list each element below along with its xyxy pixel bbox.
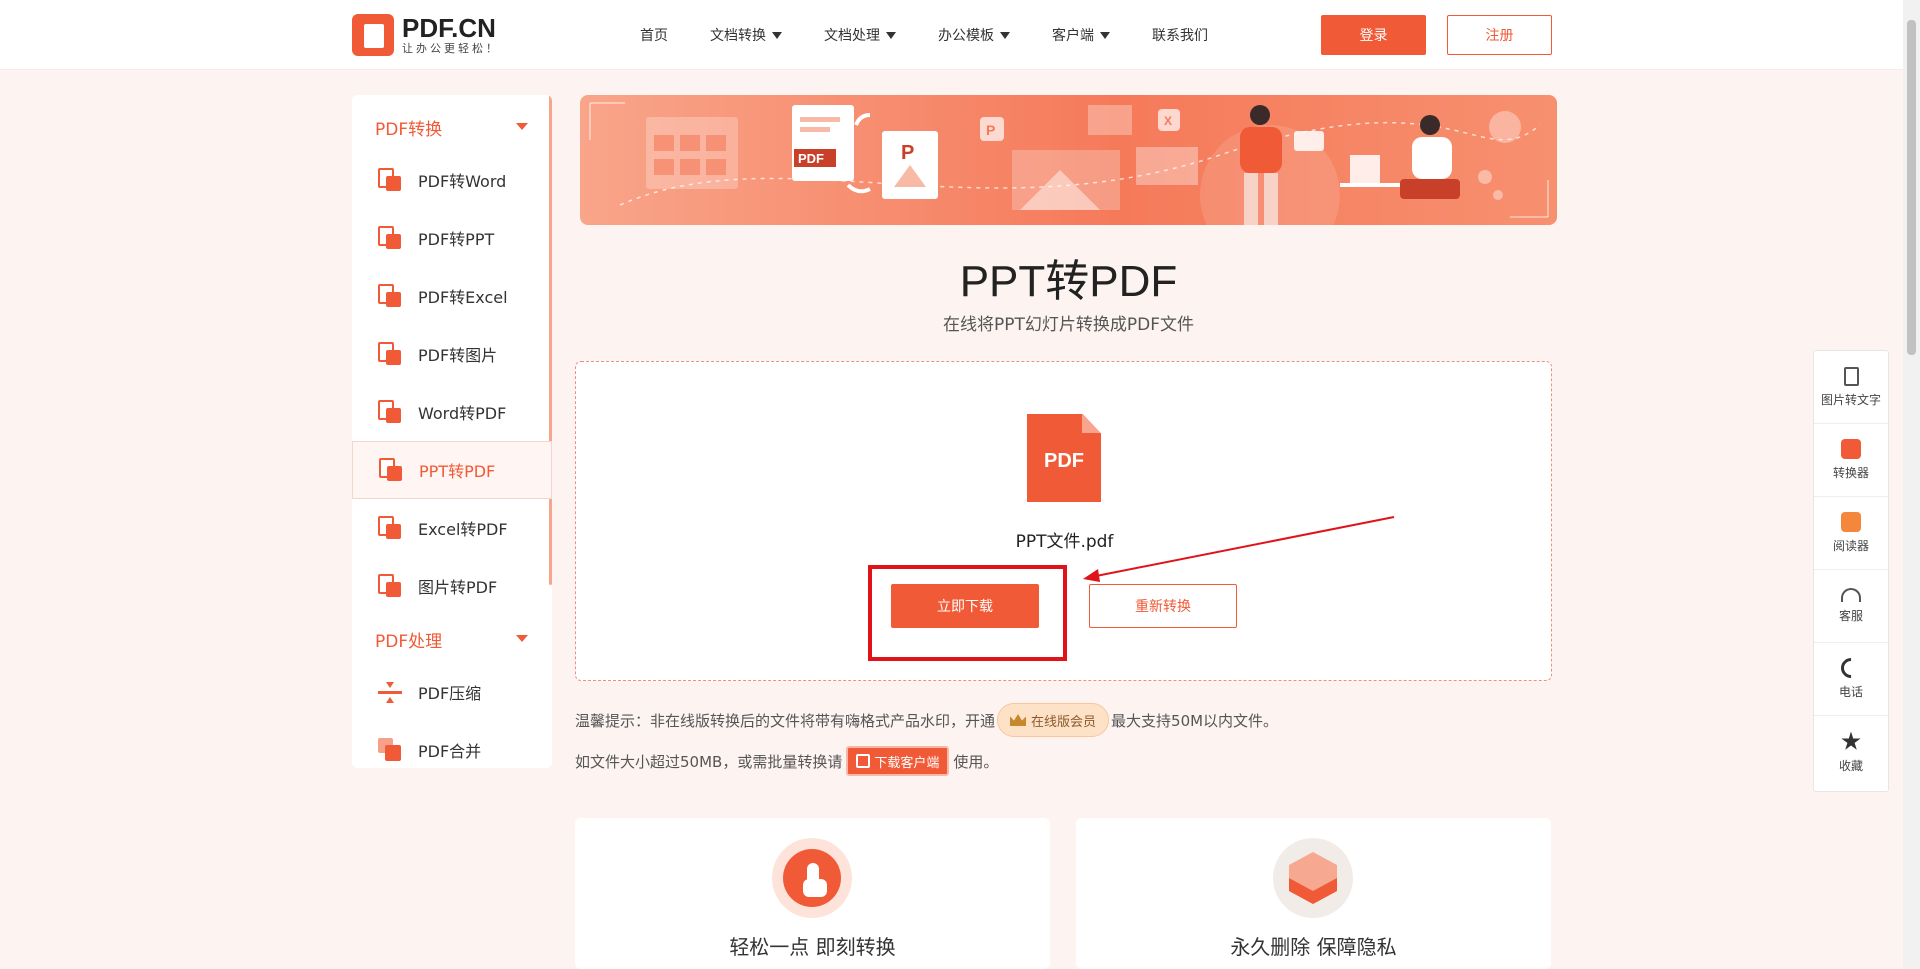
- file-convert-icon: [378, 400, 402, 424]
- caret-down-icon: [1000, 31, 1010, 39]
- sidebar: PDF转换 PDF转Word PDF转PPT PDF转Excel PDF转图片 …: [352, 95, 552, 768]
- sidebar-item-image-to-pdf[interactable]: 图片转PDF: [352, 557, 552, 615]
- annotation-arrow: [1083, 516, 1395, 582]
- file-convert-icon: [378, 516, 402, 540]
- nav-doc-process[interactable]: 文档处理: [824, 25, 896, 45]
- float-item-favorite[interactable]: 收藏: [1814, 716, 1888, 789]
- nav-doc-convert[interactable]: 文档转换: [710, 25, 782, 45]
- conversion-result-panel: PDF PPT文件.pdf 立即下载 重新转换: [575, 361, 1552, 681]
- float-item-phone[interactable]: 电话: [1814, 643, 1888, 716]
- sidebar-item-pdf-to-word[interactable]: PDF转Word: [352, 151, 552, 209]
- sidebar-item-pdf-to-excel[interactable]: PDF转Excel: [352, 267, 552, 325]
- star-icon: [1841, 731, 1861, 750]
- page-subtitle: 在线将PPT幻灯片转换成PDF文件: [942, 315, 1194, 335]
- tip-line-1: 温馨提示：非在线版转换后的文件将带有嗨格式产品水印，开通 在线版会员 最大支持5…: [575, 703, 1278, 737]
- tap-hand-icon: [772, 838, 852, 918]
- download-icon: [856, 754, 871, 768]
- online-vip-button[interactable]: 在线版会员: [997, 703, 1110, 737]
- download-client-button[interactable]: 下载客户端: [846, 746, 950, 776]
- register-button[interactable]: 注册: [1447, 15, 1552, 55]
- banner-p-badge-2: P: [986, 122, 995, 138]
- feature-card-privacy: 永久删除 保障隐私: [1076, 818, 1551, 969]
- shield-cube-icon: [1273, 838, 1353, 918]
- reader-app-icon: [1841, 512, 1861, 532]
- compress-icon: [378, 680, 402, 704]
- phone-icon: [1836, 653, 1866, 683]
- feature-title: 轻松一点 即刻转换: [729, 935, 896, 959]
- scrollbar-thumb[interactable]: [1907, 20, 1916, 355]
- merge-icon: [378, 738, 402, 762]
- logo-slogan: 让办公更轻松！: [402, 42, 500, 55]
- hero-banner: PDF P P X: [580, 95, 1557, 225]
- nav-home[interactable]: 首页: [640, 25, 668, 45]
- file-convert-icon: [378, 574, 402, 598]
- document-icon: [1843, 366, 1859, 386]
- caret-down-icon: [516, 635, 528, 642]
- sidebar-item-pdf-to-image[interactable]: PDF转图片: [352, 325, 552, 383]
- floating-tool-panel: 图片转文字 转换器 阅读器 客服 电话 收藏: [1813, 350, 1889, 792]
- file-convert-icon: [378, 284, 402, 308]
- banner-x-badge: X: [1164, 114, 1172, 128]
- logo-icon: [352, 14, 394, 56]
- banner-pdf-badge: PDF: [798, 151, 824, 166]
- nav-office-templates[interactable]: 办公模板: [938, 25, 1010, 45]
- float-item-reader[interactable]: 阅读器: [1814, 497, 1888, 570]
- caret-down-icon: [1100, 31, 1110, 39]
- banner-illustration: PDF P P X: [589, 102, 1549, 225]
- page-title: PPT转PDF: [959, 257, 1178, 306]
- feature-card-easy-convert: 轻松一点 即刻转换: [575, 818, 1050, 969]
- crown-icon: [1010, 714, 1027, 726]
- sidebar-item-excel-to-pdf[interactable]: Excel转PDF: [352, 499, 552, 557]
- sidebar-item-word-to-pdf[interactable]: Word转PDF: [352, 383, 552, 441]
- logo[interactable]: PDF.CN 让办公更轻松！: [352, 14, 500, 56]
- converter-app-icon: [1841, 439, 1861, 459]
- tip-line-2: 如文件大小超过50MB，或需批量转换请 下载客户端 使用。: [575, 746, 998, 776]
- float-item-image-to-text[interactable]: 图片转文字: [1814, 351, 1888, 424]
- caret-down-icon: [516, 123, 528, 130]
- login-button[interactable]: 登录: [1321, 15, 1426, 55]
- caret-down-icon: [772, 31, 782, 39]
- float-item-support[interactable]: 客服: [1814, 570, 1888, 643]
- sidebar-item-pdf-compress[interactable]: PDF压缩: [352, 663, 552, 721]
- float-item-converter[interactable]: 转换器: [1814, 424, 1888, 497]
- file-convert-icon: [379, 458, 403, 482]
- file-convert-icon: [378, 342, 402, 366]
- main-nav: 首页 文档转换 文档处理 办公模板 客户端 联系我们: [640, 0, 1250, 70]
- nav-client[interactable]: 客户端: [1052, 25, 1110, 45]
- banner-p-badge: P: [901, 142, 914, 164]
- file-convert-icon: [378, 168, 402, 192]
- sidebar-item-pdf-to-ppt[interactable]: PDF转PPT: [352, 209, 552, 267]
- caret-down-icon: [886, 31, 896, 39]
- feature-title: 永久删除 保障隐私: [1230, 935, 1397, 959]
- nav-contact[interactable]: 联系我们: [1152, 25, 1208, 45]
- logo-name: PDF.CN: [402, 13, 496, 43]
- sidebar-group-pdf-convert[interactable]: PDF转换: [352, 103, 552, 151]
- sidebar-item-pdf-merge[interactable]: PDF合并: [352, 721, 552, 768]
- file-convert-icon: [378, 226, 402, 250]
- sidebar-item-ppt-to-pdf[interactable]: PPT转PDF: [352, 441, 552, 499]
- page-scrollbar[interactable]: [1903, 0, 1920, 969]
- headset-icon: [1841, 588, 1861, 602]
- sidebar-group-pdf-process[interactable]: PDF处理: [352, 615, 552, 663]
- header: PDF.CN 让办公更轻松！ 首页 文档转换 文档处理 办公模板 客户端 联系我…: [0, 0, 1920, 70]
